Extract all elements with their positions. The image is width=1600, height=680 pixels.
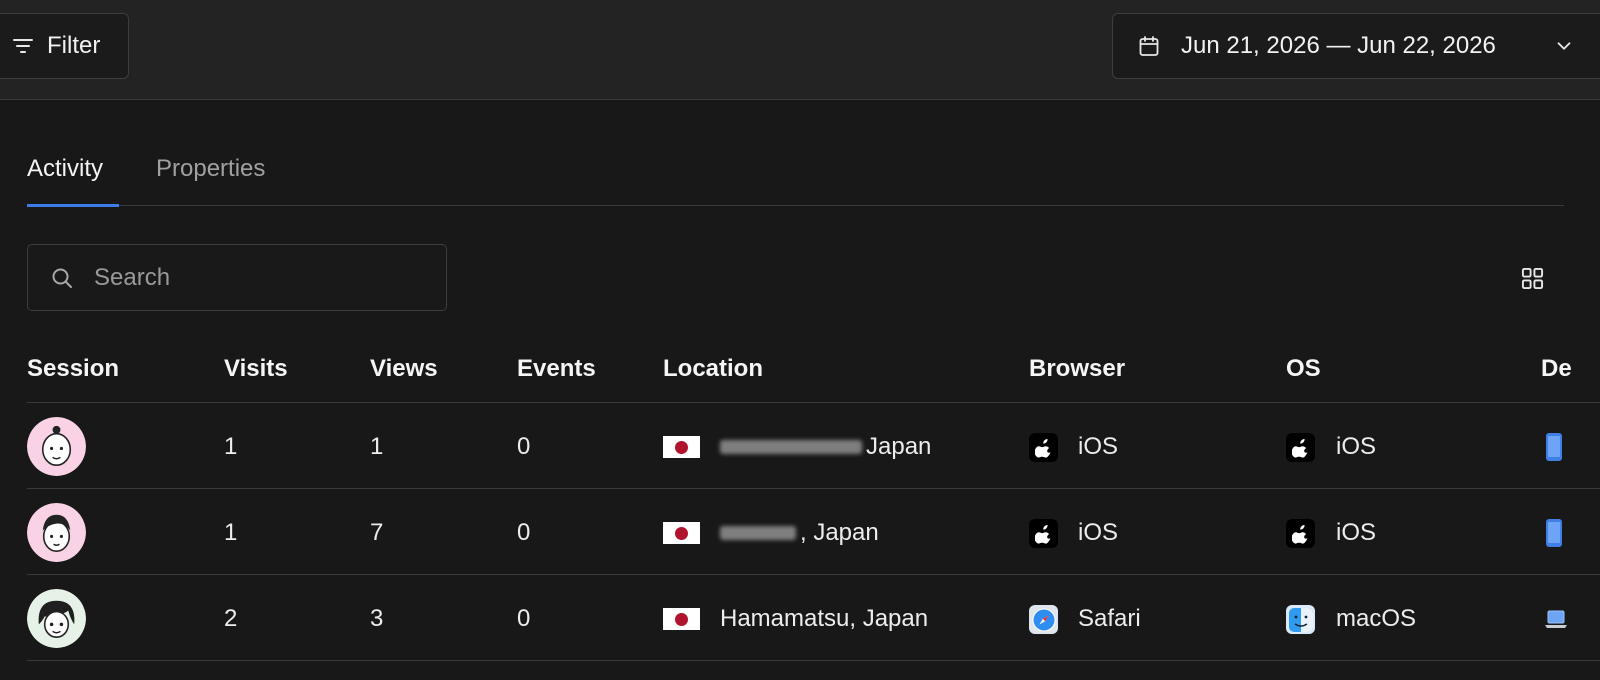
- os-value: iOS: [1336, 519, 1377, 546]
- active-tab-indicator: [27, 204, 119, 207]
- top-toolbar: Filter Jun 21, 2026 — Jun 22, 2026: [0, 0, 1600, 100]
- column-header-views[interactable]: Views: [370, 355, 438, 383]
- filter-button[interactable]: Filter: [0, 13, 129, 79]
- search-box[interactable]: [27, 244, 447, 311]
- location-country: Japan: [866, 433, 932, 460]
- filter-icon: [13, 39, 33, 53]
- views-value: 7: [370, 519, 384, 546]
- avatar: [27, 417, 86, 476]
- calendar-icon: [1139, 36, 1159, 56]
- japan-flag-icon: [663, 522, 700, 544]
- tab-properties-label: Properties: [156, 155, 266, 182]
- location-country: , Japan: [800, 519, 879, 546]
- column-header-visits[interactable]: Visits: [224, 355, 288, 383]
- laptop-icon: [1545, 610, 1567, 628]
- table-row[interactable]: 1 1 0 Japan iOS iOS: [0, 403, 1600, 489]
- tab-properties[interactable]: Properties: [156, 155, 265, 183]
- tab-activity[interactable]: Activity: [27, 155, 103, 183]
- column-header-events[interactable]: Events: [517, 355, 596, 383]
- column-header-device[interactable]: De: [1541, 355, 1572, 383]
- browser-value: iOS: [1078, 519, 1119, 546]
- grid-view-icon[interactable]: [1521, 267, 1544, 290]
- location-city-country: Hamamatsu, Japan: [720, 605, 929, 632]
- date-range-picker[interactable]: Jun 21, 2026 — Jun 22, 2026: [1112, 13, 1600, 79]
- column-header-session[interactable]: Session: [27, 355, 119, 383]
- column-header-location[interactable]: Location: [663, 355, 763, 383]
- filter-label: Filter: [47, 32, 101, 59]
- table-row[interactable]: 1 7 0 , Japan iOS iOS: [0, 489, 1600, 575]
- location-value: , Japan: [720, 519, 879, 547]
- redacted-city: [720, 526, 796, 540]
- tab-activity-label: Activity: [27, 155, 104, 182]
- column-header-browser[interactable]: Browser: [1029, 355, 1125, 383]
- events-value: 0: [517, 605, 531, 632]
- search-input[interactable]: [92, 262, 396, 293]
- tab-bar: Activity Properties: [27, 140, 1564, 207]
- date-range-text: Jun 21, 2026 — Jun 22, 2026: [1181, 32, 1496, 59]
- table-row[interactable]: 2 3 0 Hamamatsu, Japan Safari macOS: [0, 575, 1600, 661]
- row-divider: [27, 660, 1600, 661]
- search-icon: [52, 268, 72, 288]
- apple-icon: [1029, 433, 1058, 462]
- avatar: [27, 589, 86, 648]
- os-value: iOS: [1336, 433, 1377, 460]
- location-value: Japan: [720, 433, 931, 461]
- visits-value: 2: [224, 605, 238, 632]
- views-value: 3: [370, 605, 384, 632]
- apple-icon: [1286, 433, 1315, 462]
- browser-value: iOS: [1078, 433, 1119, 460]
- views-value: 1: [370, 433, 384, 460]
- visits-value: 1: [224, 519, 238, 546]
- location-value: Hamamatsu, Japan: [720, 605, 928, 633]
- safari-icon: [1029, 605, 1058, 634]
- apple-icon: [1029, 519, 1058, 548]
- events-value: 0: [517, 519, 531, 546]
- browser-value: Safari: [1078, 605, 1141, 632]
- apple-icon: [1286, 519, 1315, 548]
- japan-flag-icon: [663, 608, 700, 630]
- redacted-city: [720, 440, 862, 454]
- os-value: macOS: [1336, 605, 1417, 632]
- visits-value: 1: [224, 433, 238, 460]
- mobile-icon: [1546, 519, 1562, 547]
- chevron-down-icon: [1557, 42, 1571, 50]
- events-value: 0: [517, 433, 531, 460]
- japan-flag-icon: [663, 436, 700, 458]
- finder-icon: [1286, 605, 1315, 634]
- mobile-icon: [1546, 433, 1562, 461]
- column-header-os[interactable]: OS: [1286, 355, 1321, 383]
- avatar: [27, 503, 86, 562]
